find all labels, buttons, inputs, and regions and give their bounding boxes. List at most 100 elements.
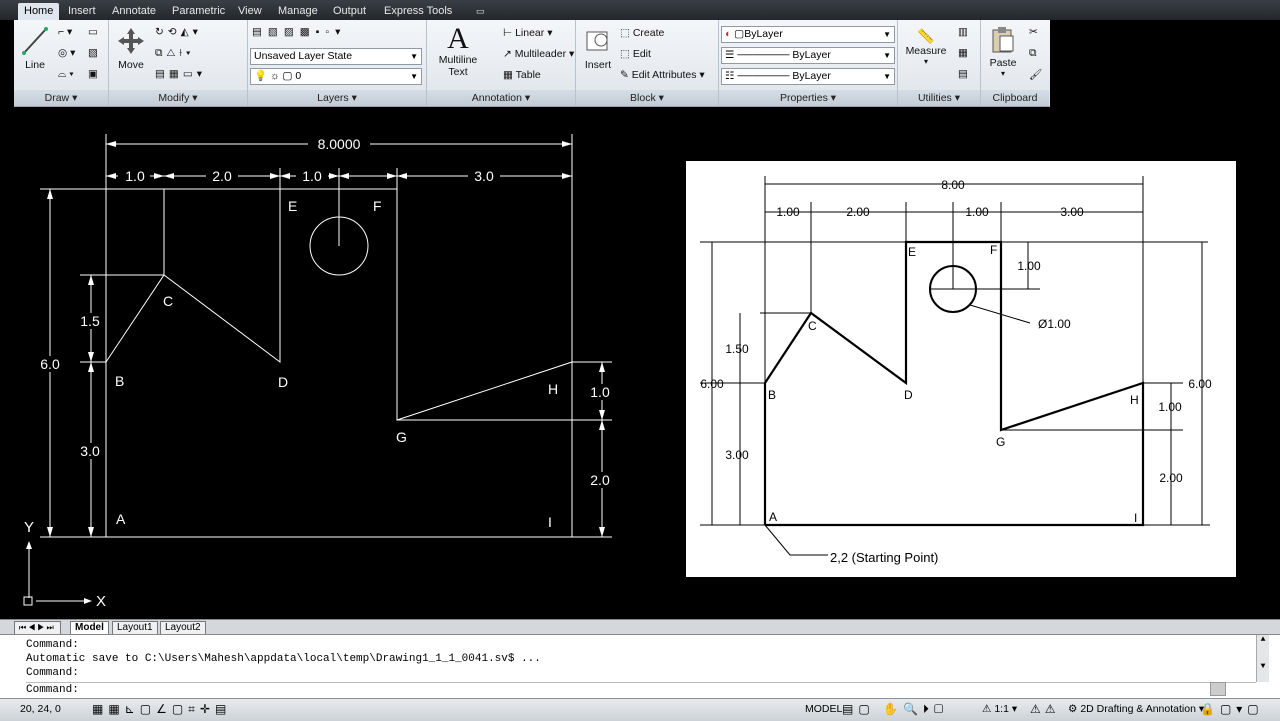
coordinates-readout[interactable]: 20, 24, 0 [20,703,61,715]
command-window[interactable]: Command: Automatic save to C:\Users\Mahe… [0,634,1280,699]
stretch-icon[interactable]: ▤▦▭▾ [155,68,206,80]
clipboard-icon [992,27,1014,53]
annotation-scale[interactable]: ⚠ 1:1 ▾ [982,703,1017,715]
reference-image[interactable]: 8.00 1.00 2.00 1.00 3.00 1.00 Ø1.00 1.50… [686,161,1236,577]
insert-block-icon [586,31,608,51]
navigation-tools-icon[interactable]: ▤▢ ✋🔍⏵▢ [842,702,949,717]
tab-model[interactable]: Model [70,621,109,635]
calculator-icon[interactable]: ▦ [958,47,968,59]
cut-icon[interactable]: ✂ [1029,26,1038,38]
tab-annotate[interactable]: Annotate [106,3,162,20]
id-point-icon[interactable]: ▤ [958,68,968,80]
lineweight-dropdown[interactable]: ☷ ─────── ByLayer ▼ [721,68,895,85]
rectangle-icon[interactable]: ▭ [88,26,98,38]
current-layer-dropdown[interactable]: 💡 ☼ ▢ 0 ▼ [250,68,422,85]
properties-panel: ◐ ▢ByLayer ▼ ☰ ─────── ByLayer ▼ ☷ ───────… [719,20,898,106]
ref-point-i: I [1134,511,1137,525]
edit-block-button[interactable]: ⬚ Edit [620,48,651,60]
linetype-dropdown[interactable]: ☰ ─────── ByLayer ▼ [721,47,895,64]
measure-button[interactable]: 📏 Measure ▾ [904,28,948,66]
color-dropdown[interactable]: ◐ ▢ByLayer ▼ [721,26,895,43]
block-panel-label[interactable]: Block ▾ [576,90,718,106]
ref-point-e: E [908,245,916,259]
multileader-button[interactable]: ↗ Multileader ▾ [503,48,574,60]
properties-panel-label[interactable]: Properties ▾ [719,90,897,106]
multiline-text-button[interactable]: A Multiline Text [433,22,483,79]
ref-dim-left-total: 6.00 [700,377,724,391]
arc-icon[interactable]: ⌓ ▾ [58,68,74,81]
command-history-line: Command: [26,639,79,651]
table-button[interactable]: ▦ Table [503,69,541,81]
annotation-visibility-icon[interactable]: ⚠⚠ [1030,702,1060,716]
tab-insert[interactable]: Insert [62,3,102,20]
copy-clip-icon[interactable]: ⧉ [1029,47,1037,60]
region-icon[interactable]: ▣ [88,68,98,80]
tab-view[interactable]: View [232,3,268,20]
dim-3: 1.0 [302,168,322,184]
layers-panel: ▤▧▨▩▪▫▾ Unsaved Layer State ▼ 💡 ☼ ▢ 0 ▼ La… [248,20,427,106]
point-g-label: G [396,429,407,445]
ref-point-b: B [768,388,776,402]
ref-point-f: F [990,243,997,257]
copy-icon[interactable]: ⧉△⟊▾ [155,47,194,60]
polyline-icon[interactable]: ⌐ ▾ [58,26,72,38]
tab-express-tools[interactable]: Express Tools [378,3,458,20]
text-icon: A [447,22,469,55]
drawing-canvas[interactable]: 8.0000 1.0 2.0 1.0 3.0 6.0 1.5 3.0 1.0 2… [0,107,1280,619]
ribbon: Line ⌐ ▾ ◎ ▾ ⌓ ▾ ▭ ▧ ▣ Draw ▾ Move ↻⟲◭▾ … [14,20,1050,107]
annotation-panel-label[interactable]: Annotation ▾ [427,90,575,106]
draw-panel: Line ⌐ ▾ ◎ ▾ ⌓ ▾ ▭ ▧ ▣ Draw ▾ [14,20,109,106]
ref-dim-1: 1.00 [776,205,800,219]
rotate-icon[interactable]: ↻⟲◭▾ [155,26,202,38]
ref-point-h: H [1130,393,1139,407]
tab-parametric[interactable]: Parametric [166,3,231,20]
tab-home[interactable]: Home [18,3,60,20]
dim-left-b: 3.0 [80,443,100,459]
match-properties-icon[interactable]: 🖌 [1029,68,1042,81]
dim-1: 1.0 [125,168,145,184]
ruler-icon: 📏 [917,28,935,44]
tab-layout1[interactable]: Layout1 [112,621,158,635]
point-a-label: A [116,511,126,527]
dim-left-c: 1.5 [80,313,100,329]
ribbon-tab-bar: Home Insert Annotate Parametric View Man… [0,0,1280,20]
layer-state-dropdown[interactable]: Unsaved Layer State ▼ [250,48,422,65]
utilities-panel-label[interactable]: Utilities ▾ [898,90,980,106]
draw-panel-label[interactable]: Draw ▾ [14,90,108,106]
circle-icon[interactable]: ◎ ▾ [58,47,75,59]
modify-panel: Move ↻⟲◭▾ ⧉△⟊▾ ▤▦▭▾ Modify ▾ [109,20,248,106]
drafting-toggles-icon[interactable]: ▦▦⊾▢∠▢⌗✛▤ [92,702,231,717]
point-d-label: D [278,374,288,390]
paste-button[interactable]: Paste ▾ [985,26,1021,78]
command-hscroll-thumb[interactable] [1210,682,1226,696]
point-b-label: B [115,373,124,389]
create-block-button[interactable]: ⬚ Create [620,27,664,39]
edit-attributes-button[interactable]: ✎ Edit Attributes ▾ [620,69,705,81]
ref-dim-right-g: 2.00 [1159,471,1183,485]
quick-select-icon[interactable]: ▥ [958,26,968,38]
ucs-y-label: Y [24,519,34,536]
status-tray-icons[interactable]: 🔒▢▾▢ [1200,702,1264,716]
tab-nav-arrows-icon[interactable]: ⏮◀▶⏭ [14,621,61,635]
point-h-label: H [548,381,558,397]
model-space[interactable]: 8.0000 1.0 2.0 1.0 3.0 6.0 1.5 3.0 1.0 2… [0,107,1280,619]
modify-panel-label[interactable]: Modify ▾ [109,90,247,106]
ref-point-d: D [904,388,913,402]
tab-manage[interactable]: Manage [272,3,324,20]
ref-dim-2: 2.00 [846,205,870,219]
line-button[interactable]: Line [20,26,50,71]
workspace-switch[interactable]: ⚙ 2D Drafting & Annotation ▾ [1068,703,1204,715]
command-input[interactable]: Command: [26,682,1256,697]
insert-button[interactable]: Insert [580,26,616,71]
tab-layout2[interactable]: Layout2 [160,621,206,635]
hatch-icon[interactable]: ▧ [88,47,98,59]
command-scrollbar[interactable]: ▲ ▼ [1256,635,1269,682]
ribbon-minimize-icon[interactable]: ▭ [470,3,491,20]
move-button[interactable]: Move [113,26,149,71]
model-button[interactable]: MODEL [805,703,842,715]
layers-panel-label[interactable]: Layers ▾ [248,90,426,106]
linear-button[interactable]: ⊢ Linear ▾ [503,27,552,39]
tab-output[interactable]: Output [327,3,372,20]
ref-dim-left-b: 3.00 [725,448,749,462]
layer-tools-icon[interactable]: ▤▧▨▩▪▫▾ [252,26,346,38]
